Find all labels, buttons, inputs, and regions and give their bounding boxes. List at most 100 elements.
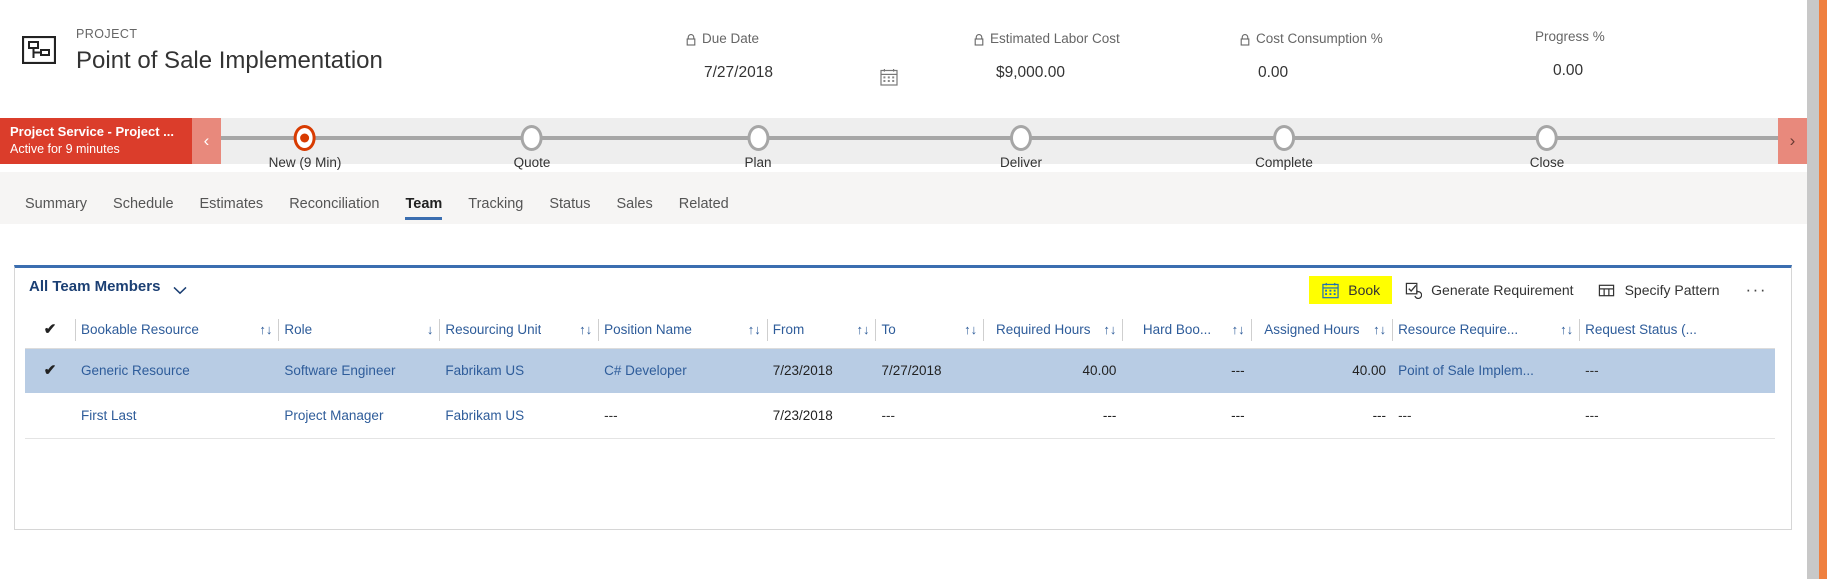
column-header-required-hours[interactable]: Required Hours ↑↓	[983, 312, 1123, 349]
column-header-position-name[interactable]: Position Name ↑↓	[598, 312, 767, 349]
sort-icon[interactable]: ↑↓	[1560, 323, 1573, 336]
metric-label: Estimated Labor Cost	[974, 30, 1120, 48]
checkbox-refresh-icon	[1404, 281, 1422, 299]
tab-status[interactable]: Status	[536, 196, 603, 224]
checkmark-icon: ✔	[43, 321, 57, 339]
tab-team[interactable]: Team	[392, 196, 455, 224]
metric-label-text: Due Date	[702, 31, 760, 46]
column-header-from[interactable]: From ↑↓	[766, 312, 876, 349]
tab-reconciliation[interactable]: Reconciliation	[276, 196, 392, 224]
calendar-icon[interactable]	[880, 68, 898, 86]
cell-role[interactable]: Software Engineer	[278, 348, 439, 393]
sort-icon[interactable]: ↑↓	[748, 323, 761, 336]
generate-requirement-button[interactable]: Generate Requirement	[1392, 276, 1585, 304]
bpf-stage-label: New (9 Min)	[268, 155, 342, 170]
sort-icon[interactable]: ↑↓	[259, 323, 272, 336]
cell-role[interactable]: Project Manager	[278, 393, 440, 439]
column-header-resourcing-unit[interactable]: Resourcing Unit ↑↓	[439, 312, 599, 349]
column-header-label: From	[772, 322, 805, 338]
column-header-to[interactable]: To ↑↓	[875, 312, 984, 349]
bpf-stage-complete[interactable]: Complete	[1255, 118, 1313, 170]
row-select-checkbox[interactable]	[25, 393, 76, 439]
header-metric-estimated-labor-cost: Estimated Labor Cost $9,000.00	[974, 30, 1120, 83]
team-members-grid-panel: All Team Members Book Generate Requireme…	[14, 265, 1792, 530]
tab-tracking[interactable]: Tracking	[455, 196, 536, 224]
cell-hard-booked: ---	[1231, 363, 1245, 379]
bpf-stage-label: Complete	[1255, 155, 1313, 170]
metric-value: 0.00	[1258, 64, 1289, 81]
cell-resourcing-unit[interactable]: Fabrikam US	[439, 393, 599, 439]
column-header-label: To	[881, 322, 896, 338]
cell-to: ---	[875, 393, 984, 439]
metric-label: Due Date	[686, 30, 773, 48]
cell-assigned-hours: ---	[1250, 393, 1393, 439]
bpf-stage-close[interactable]: Close	[1530, 118, 1564, 170]
cell-position-name: ---	[598, 393, 767, 439]
sort-icon[interactable]: ↑↓	[1373, 323, 1386, 336]
select-all-header[interactable]: ✔	[25, 312, 76, 349]
more-commands-button[interactable]: ···	[1732, 278, 1777, 302]
sort-icon[interactable]: ↑↓	[579, 323, 592, 336]
bpf-previous-button[interactable]: ‹	[192, 118, 221, 164]
bpf-stage-label: Quote	[513, 155, 551, 170]
business-process-flow: Project Service - Project ... Active for…	[0, 110, 1807, 172]
tab-estimates[interactable]: Estimates	[187, 196, 277, 224]
column-header-bookable-resource[interactable]: Bookable Resource ↑↓	[75, 312, 279, 349]
cell-position-name[interactable]: C# Developer	[598, 348, 767, 393]
bpf-stage-deliver[interactable]: Deliver	[1000, 118, 1042, 170]
column-header-hard-booked[interactable]: Hard Boo... ↑↓	[1122, 312, 1251, 349]
column-header-assigned-hours[interactable]: Assigned Hours ↑↓	[1250, 312, 1393, 349]
cell-bookable-resource[interactable]: Generic Resource	[75, 348, 278, 393]
column-header-label: Required Hours	[995, 322, 1091, 338]
table-row[interactable]: ✔ Generic Resource Software Engineer Fab…	[25, 348, 1775, 393]
book-button[interactable]: Book	[1309, 276, 1393, 304]
sort-descending-icon[interactable]: ↓	[427, 323, 434, 336]
column-header-resource-requirement[interactable]: Resource Require... ↑↓	[1392, 312, 1580, 349]
bpf-stage-node-icon	[747, 125, 769, 151]
sort-icon[interactable]: ↑↓	[856, 323, 869, 336]
column-header-label: Bookable Resource	[81, 322, 199, 338]
table-row[interactable]: First Last Project Manager Fabrikam US -…	[25, 393, 1775, 439]
bpf-stage-plan[interactable]: Plan	[744, 118, 772, 170]
chevron-down-icon	[173, 282, 187, 295]
sort-icon[interactable]: ↑↓	[1103, 323, 1116, 336]
cell-request-status: ---	[1585, 363, 1599, 379]
grid-pattern-icon	[1598, 281, 1616, 299]
column-header-role[interactable]: Role ↓	[278, 312, 440, 349]
tab-summary[interactable]: Summary	[12, 196, 100, 224]
cell-resourcing-unit[interactable]: Fabrikam US	[439, 348, 598, 393]
metric-label: Cost Consumption %	[1240, 30, 1383, 48]
header-metric-progress: Progress % 0.00	[1535, 28, 1605, 81]
bpf-stage-new[interactable]: New (9 Min)	[268, 118, 342, 170]
specify-pattern-button[interactable]: Specify Pattern	[1586, 276, 1732, 304]
tab-sales[interactable]: Sales	[603, 196, 665, 224]
bpf-stage-track: New (9 Min) Quote Plan Deliver Complete …	[221, 118, 1778, 170]
column-header-request-status[interactable]: Request Status (...	[1579, 312, 1775, 349]
metric-label: Progress %	[1535, 28, 1605, 46]
bpf-stage-label: Deliver	[999, 155, 1043, 170]
bpf-stage-label: Plan	[744, 155, 772, 170]
cell-assigned-hours: 40.00	[1352, 363, 1387, 379]
metric-label-text: Cost Consumption %	[1256, 31, 1383, 46]
tab-strip: Summary Schedule Estimates Reconciliatio…	[0, 172, 1807, 224]
specify-pattern-label: Specify Pattern	[1624, 282, 1720, 298]
sort-icon[interactable]: ↑↓	[1232, 323, 1245, 336]
cell-from: 7/23/2018	[772, 363, 833, 379]
bpf-current-stage-banner[interactable]: Project Service - Project ... Active for…	[0, 118, 192, 164]
sort-icon[interactable]: ↑↓	[964, 323, 977, 336]
bpf-stage-quote[interactable]: Quote	[513, 118, 551, 170]
grid-action-bar: Book Generate Requirement Specify Patter…	[1309, 276, 1777, 304]
row-select-checkbox[interactable]: ✔	[25, 348, 75, 393]
cell-resource-requirement[interactable]: Point of Sale Implem...	[1392, 348, 1579, 393]
cell-bookable-resource[interactable]: First Last	[75, 393, 279, 439]
team-members-table: ✔ Bookable Resource ↑↓ Role ↓ Resourcing…	[25, 312, 1775, 439]
header-metric-cost-consumption: Cost Consumption % 0.00	[1240, 30, 1383, 83]
window-edge-accent	[1819, 0, 1827, 579]
tab-schedule[interactable]: Schedule	[100, 196, 186, 224]
vertical-scrollbar[interactable]	[1807, 0, 1819, 579]
metric-value: 0.00	[1553, 62, 1584, 79]
view-selector[interactable]: All Team Members	[29, 278, 187, 295]
tab-related[interactable]: Related	[666, 196, 742, 224]
metric-label-text: Estimated Labor Cost	[990, 31, 1120, 46]
bpf-next-button[interactable]: ›	[1778, 118, 1807, 164]
